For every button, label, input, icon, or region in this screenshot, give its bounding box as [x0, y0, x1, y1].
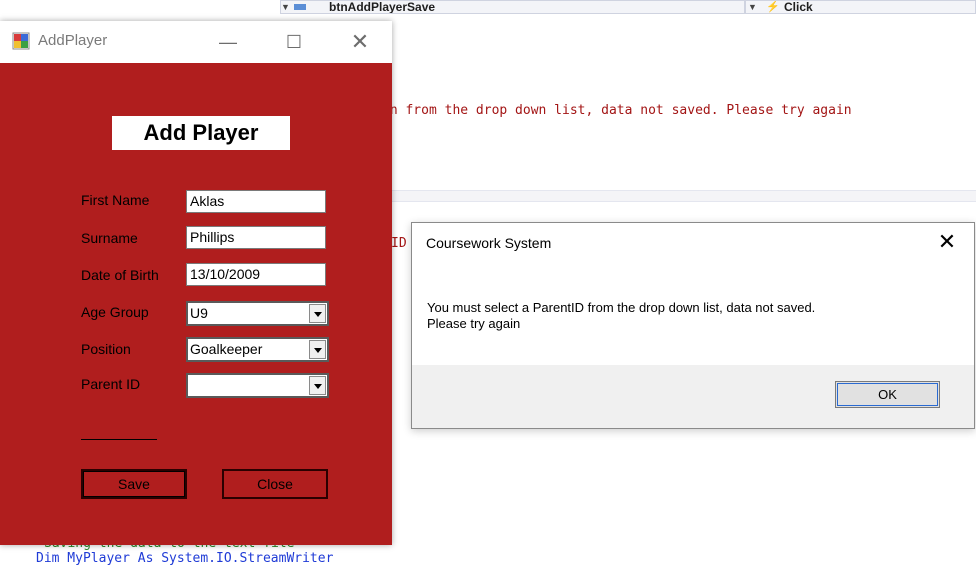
chevron-down-icon[interactable]: [309, 304, 326, 323]
code-line-msgbox: on from the drop down list, data not sav…: [382, 103, 852, 118]
divider: [81, 439, 157, 440]
date-of-birth-field[interactable]: 13/10/2009: [186, 263, 326, 286]
first-name-field[interactable]: Aklas: [186, 190, 326, 213]
close-icon[interactable]: ✕: [932, 229, 962, 255]
age-group-value: U9: [190, 305, 208, 321]
position-value: Goalkeeper: [190, 341, 263, 357]
date-of-birth-label: Date of Birth: [81, 267, 159, 283]
parent-id-select[interactable]: [186, 373, 329, 398]
dialog-message-line2: Please try again: [427, 316, 521, 331]
close-button[interactable]: Close: [222, 469, 328, 499]
member-dropdown-text: btnAddPlayerSave: [329, 0, 436, 14]
ide-navigation-bar: ▼ btnAddPlayerSave ▼ ⚡ Click: [0, 0, 976, 16]
chevron-down-icon[interactable]: [309, 376, 326, 395]
position-label: Position: [81, 341, 131, 357]
close-icon[interactable]: ✕: [340, 27, 380, 57]
message-dialog: Coursework System ✕ You must select a Pa…: [411, 222, 975, 429]
member-dropdown[interactable]: ▼ btnAddPlayerSave: [280, 0, 745, 14]
surname-label: Surname: [81, 230, 138, 246]
page-title: Add Player: [112, 116, 290, 150]
first-name-label: First Name: [81, 192, 150, 208]
chevron-down-icon[interactable]: [309, 340, 326, 359]
dialog-message-line1: You must select a ParentID from the drop…: [427, 300, 816, 315]
event-dropdown[interactable]: ▼ ⚡ Click: [745, 0, 976, 14]
parent-id-label: Parent ID: [81, 376, 141, 392]
dialog-title: Coursework System: [426, 235, 552, 251]
dialog-footer: OK: [412, 365, 974, 428]
chevron-down-icon: ▼: [748, 2, 757, 12]
event-icon: ⚡: [766, 1, 780, 13]
age-group-select[interactable]: U9: [186, 301, 329, 326]
save-button[interactable]: Save: [81, 469, 187, 499]
method-icon: [294, 4, 306, 10]
app-icon: [12, 32, 30, 50]
age-group-label: Age Group: [81, 304, 149, 320]
window-titlebar[interactable]: AddPlayer — ☐ ✕: [0, 21, 392, 63]
event-dropdown-text: Click: [784, 0, 813, 14]
maximize-button[interactable]: ☐: [274, 27, 314, 57]
dialog-message: You must select a ParentID from the drop…: [427, 300, 947, 332]
addplayer-window: AddPlayer — ☐ ✕ Add Player First Name Ak…: [0, 21, 392, 545]
code-declaration: Dim MyPlayer As System.IO.StreamWriter: [36, 551, 334, 566]
code-line-fragment: ID: [391, 236, 407, 251]
minimize-button[interactable]: —: [208, 27, 248, 57]
ok-button[interactable]: OK: [835, 381, 940, 408]
window-title: AddPlayer: [38, 32, 108, 49]
surname-field[interactable]: Phillips: [186, 226, 326, 249]
position-select[interactable]: Goalkeeper: [186, 337, 329, 362]
